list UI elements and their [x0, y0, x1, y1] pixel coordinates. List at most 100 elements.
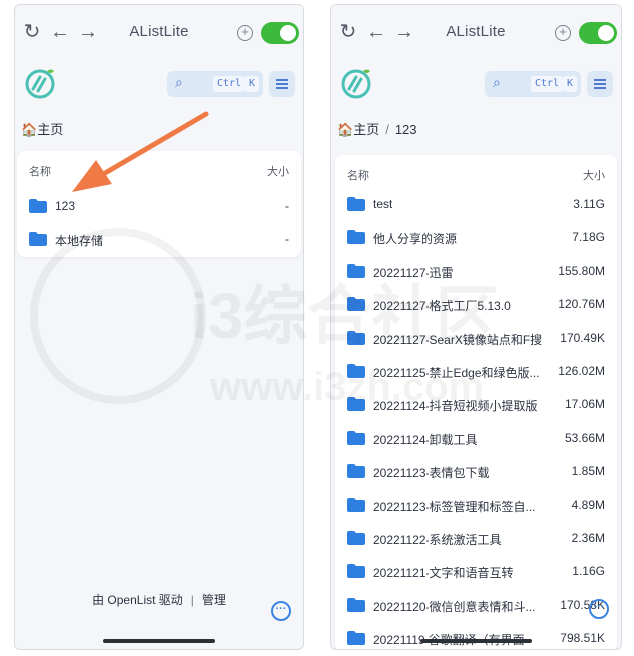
phone-left: ↻ ← → AListLite + ⌕ Ctrl K 🏠主页 名称 大小 123… [14, 4, 304, 650]
table-row[interactable]: 123 - [29, 197, 289, 217]
top-bar: ↻ ← → AListLite + [15, 5, 303, 59]
toggle-switch[interactable] [579, 22, 617, 44]
home-icon[interactable]: 🏠 [21, 122, 37, 137]
plus-circle-icon[interactable]: + [237, 25, 253, 41]
breadcrumb: 🏠主页 [21, 119, 63, 138]
file-size: 53.66M [564, 430, 605, 445]
col-size[interactable]: 大小 [583, 167, 605, 183]
file-size: 3.11G [573, 197, 605, 211]
col-name[interactable]: 名称 [347, 170, 369, 182]
file-size: 17.06M [564, 397, 605, 412]
list-icon-line [276, 83, 288, 85]
table-row[interactable]: 20221120-微信创意表情和斗... 170.58K [347, 596, 605, 616]
file-name: 20221122-系统激活工具 [373, 533, 502, 547]
file-list-card: 名称 大小 123 - 本地存储 - [17, 151, 301, 257]
col-name[interactable]: 名称 [29, 166, 51, 178]
col-size[interactable]: 大小 [267, 163, 289, 179]
kbd-ctrl: Ctrl [213, 76, 246, 92]
file-name: 20221124-抖音短视频小提取版 [373, 399, 538, 414]
file-size: 2.36M [571, 531, 605, 545]
breadcrumb: 🏠主页 / 123 [337, 119, 417, 138]
folder-icon [29, 232, 47, 246]
top-bar: ↻ ← → AListLite + [331, 5, 621, 59]
table-header: 名称 大小 [347, 167, 605, 183]
search-icon: ⌕ [493, 74, 501, 90]
plus-circle-icon[interactable]: + [555, 25, 571, 41]
table-row[interactable]: 20221123-表情包下载 1.85M [347, 462, 605, 482]
list-icon [594, 79, 606, 81]
home-icon[interactable]: 🏠 [337, 122, 353, 137]
table-row[interactable]: 他人分享的资源 7.18G [347, 228, 605, 248]
list-icon-line [594, 87, 606, 89]
file-name: 20221127-迅雷 [373, 265, 454, 280]
app-title: AListLite [446, 23, 506, 40]
more-icon[interactable]: ··· [271, 601, 291, 621]
table-row[interactable]: 20221124-卸载工具 53.66M [347, 429, 605, 449]
more-icon[interactable]: ··· [589, 599, 609, 619]
folder-icon [347, 263, 365, 278]
phone-right: ↻ ← → AListLite + ⌕ Ctrl K 🏠主页 / 123 名称 大小… [330, 4, 622, 650]
manage-link[interactable]: 管理 [202, 593, 226, 607]
folder-icon [347, 564, 365, 579]
powered-by-link[interactable]: 由 OpenList 驱动 [92, 593, 183, 607]
table-row[interactable]: 20221123-标签管理和标签自... 4.89M [347, 496, 605, 516]
list-icon [276, 79, 288, 81]
table-row[interactable]: 本地存储 - [29, 230, 289, 250]
file-size: 4.89M [571, 497, 605, 512]
app-title: AListLite [129, 23, 189, 40]
breadcrumb-home[interactable]: 主页 [353, 122, 379, 137]
file-size: - [285, 232, 289, 246]
kbd-k: K [563, 76, 578, 92]
table-row[interactable]: 20221127-格式工厂5.13.0 120.76M [347, 295, 605, 315]
folder-icon [347, 297, 365, 312]
app-logo [25, 69, 55, 99]
file-size: 155.80M [558, 263, 605, 278]
app-logo [341, 69, 371, 99]
search-box[interactable]: ⌕ Ctrl K [167, 71, 263, 97]
list-view-button[interactable] [587, 71, 613, 97]
file-name: 20221124-卸载工具 [373, 432, 478, 447]
file-name: 他人分享的资源 [373, 232, 458, 247]
kbd-ctrl: Ctrl [531, 76, 564, 92]
folder-icon [347, 330, 365, 345]
kbd-k: K [245, 76, 260, 92]
breadcrumb-current[interactable]: 123 [395, 122, 417, 137]
file-size: 1.16G [572, 564, 605, 579]
table-row[interactable]: 20221121-文字和语音互转 1.16G [347, 562, 605, 582]
table-row[interactable]: 20221127-SearX镜像站点和F搜 170.49K [347, 329, 605, 349]
folder-icon [347, 464, 365, 479]
footer-divider: | [190, 593, 194, 607]
list-icon-line [276, 87, 288, 89]
footer: 由 OpenList 驱动 | 管理 [15, 591, 303, 608]
list-view-button[interactable] [269, 71, 295, 97]
search-box[interactable]: ⌕ Ctrl K [485, 71, 581, 97]
folder-icon [347, 497, 365, 512]
home-indicator [420, 639, 532, 643]
folder-icon [29, 199, 47, 213]
table-row[interactable]: 20221124-抖音短视频小提取版 17.06M [347, 395, 605, 415]
file-size: 798.51K [560, 631, 605, 646]
file-list-card: 名称 大小 test 3.11G 他人分享的资源 7.18G 20221127-迅雷 15… [335, 155, 617, 649]
file-size: 1.85M [571, 464, 605, 479]
table-row[interactable]: 20221122-系统激活工具 2.36M [347, 529, 605, 549]
breadcrumb-separator: / [385, 122, 389, 137]
search-icon: ⌕ [175, 74, 183, 90]
folder-icon [347, 597, 365, 612]
table-row[interactable]: test 3.11G [347, 195, 605, 215]
toggle-switch[interactable] [261, 22, 299, 44]
file-size: 126.02M [558, 364, 605, 378]
breadcrumb-home[interactable]: 主页 [37, 122, 63, 137]
file-size: 7.18G [572, 230, 605, 245]
file-size: 170.49K [560, 330, 605, 345]
folder-icon [347, 197, 365, 211]
file-name: 20221123-标签管理和标签自... [373, 499, 536, 514]
file-name: 20221123-表情包下载 [373, 466, 490, 481]
folder-icon [347, 631, 365, 646]
table-row[interactable]: 20221127-迅雷 155.80M [347, 262, 605, 282]
table-row[interactable]: 20221125-禁止Edge和绿色版... 126.02M [347, 362, 605, 382]
file-name: 20221127-格式工厂5.13.0 [373, 299, 511, 314]
table-header: 名称 大小 [29, 163, 289, 179]
file-size: - [285, 199, 289, 213]
file-name: test [373, 197, 393, 211]
file-name: 20221121-文字和语音互转 [373, 566, 514, 581]
